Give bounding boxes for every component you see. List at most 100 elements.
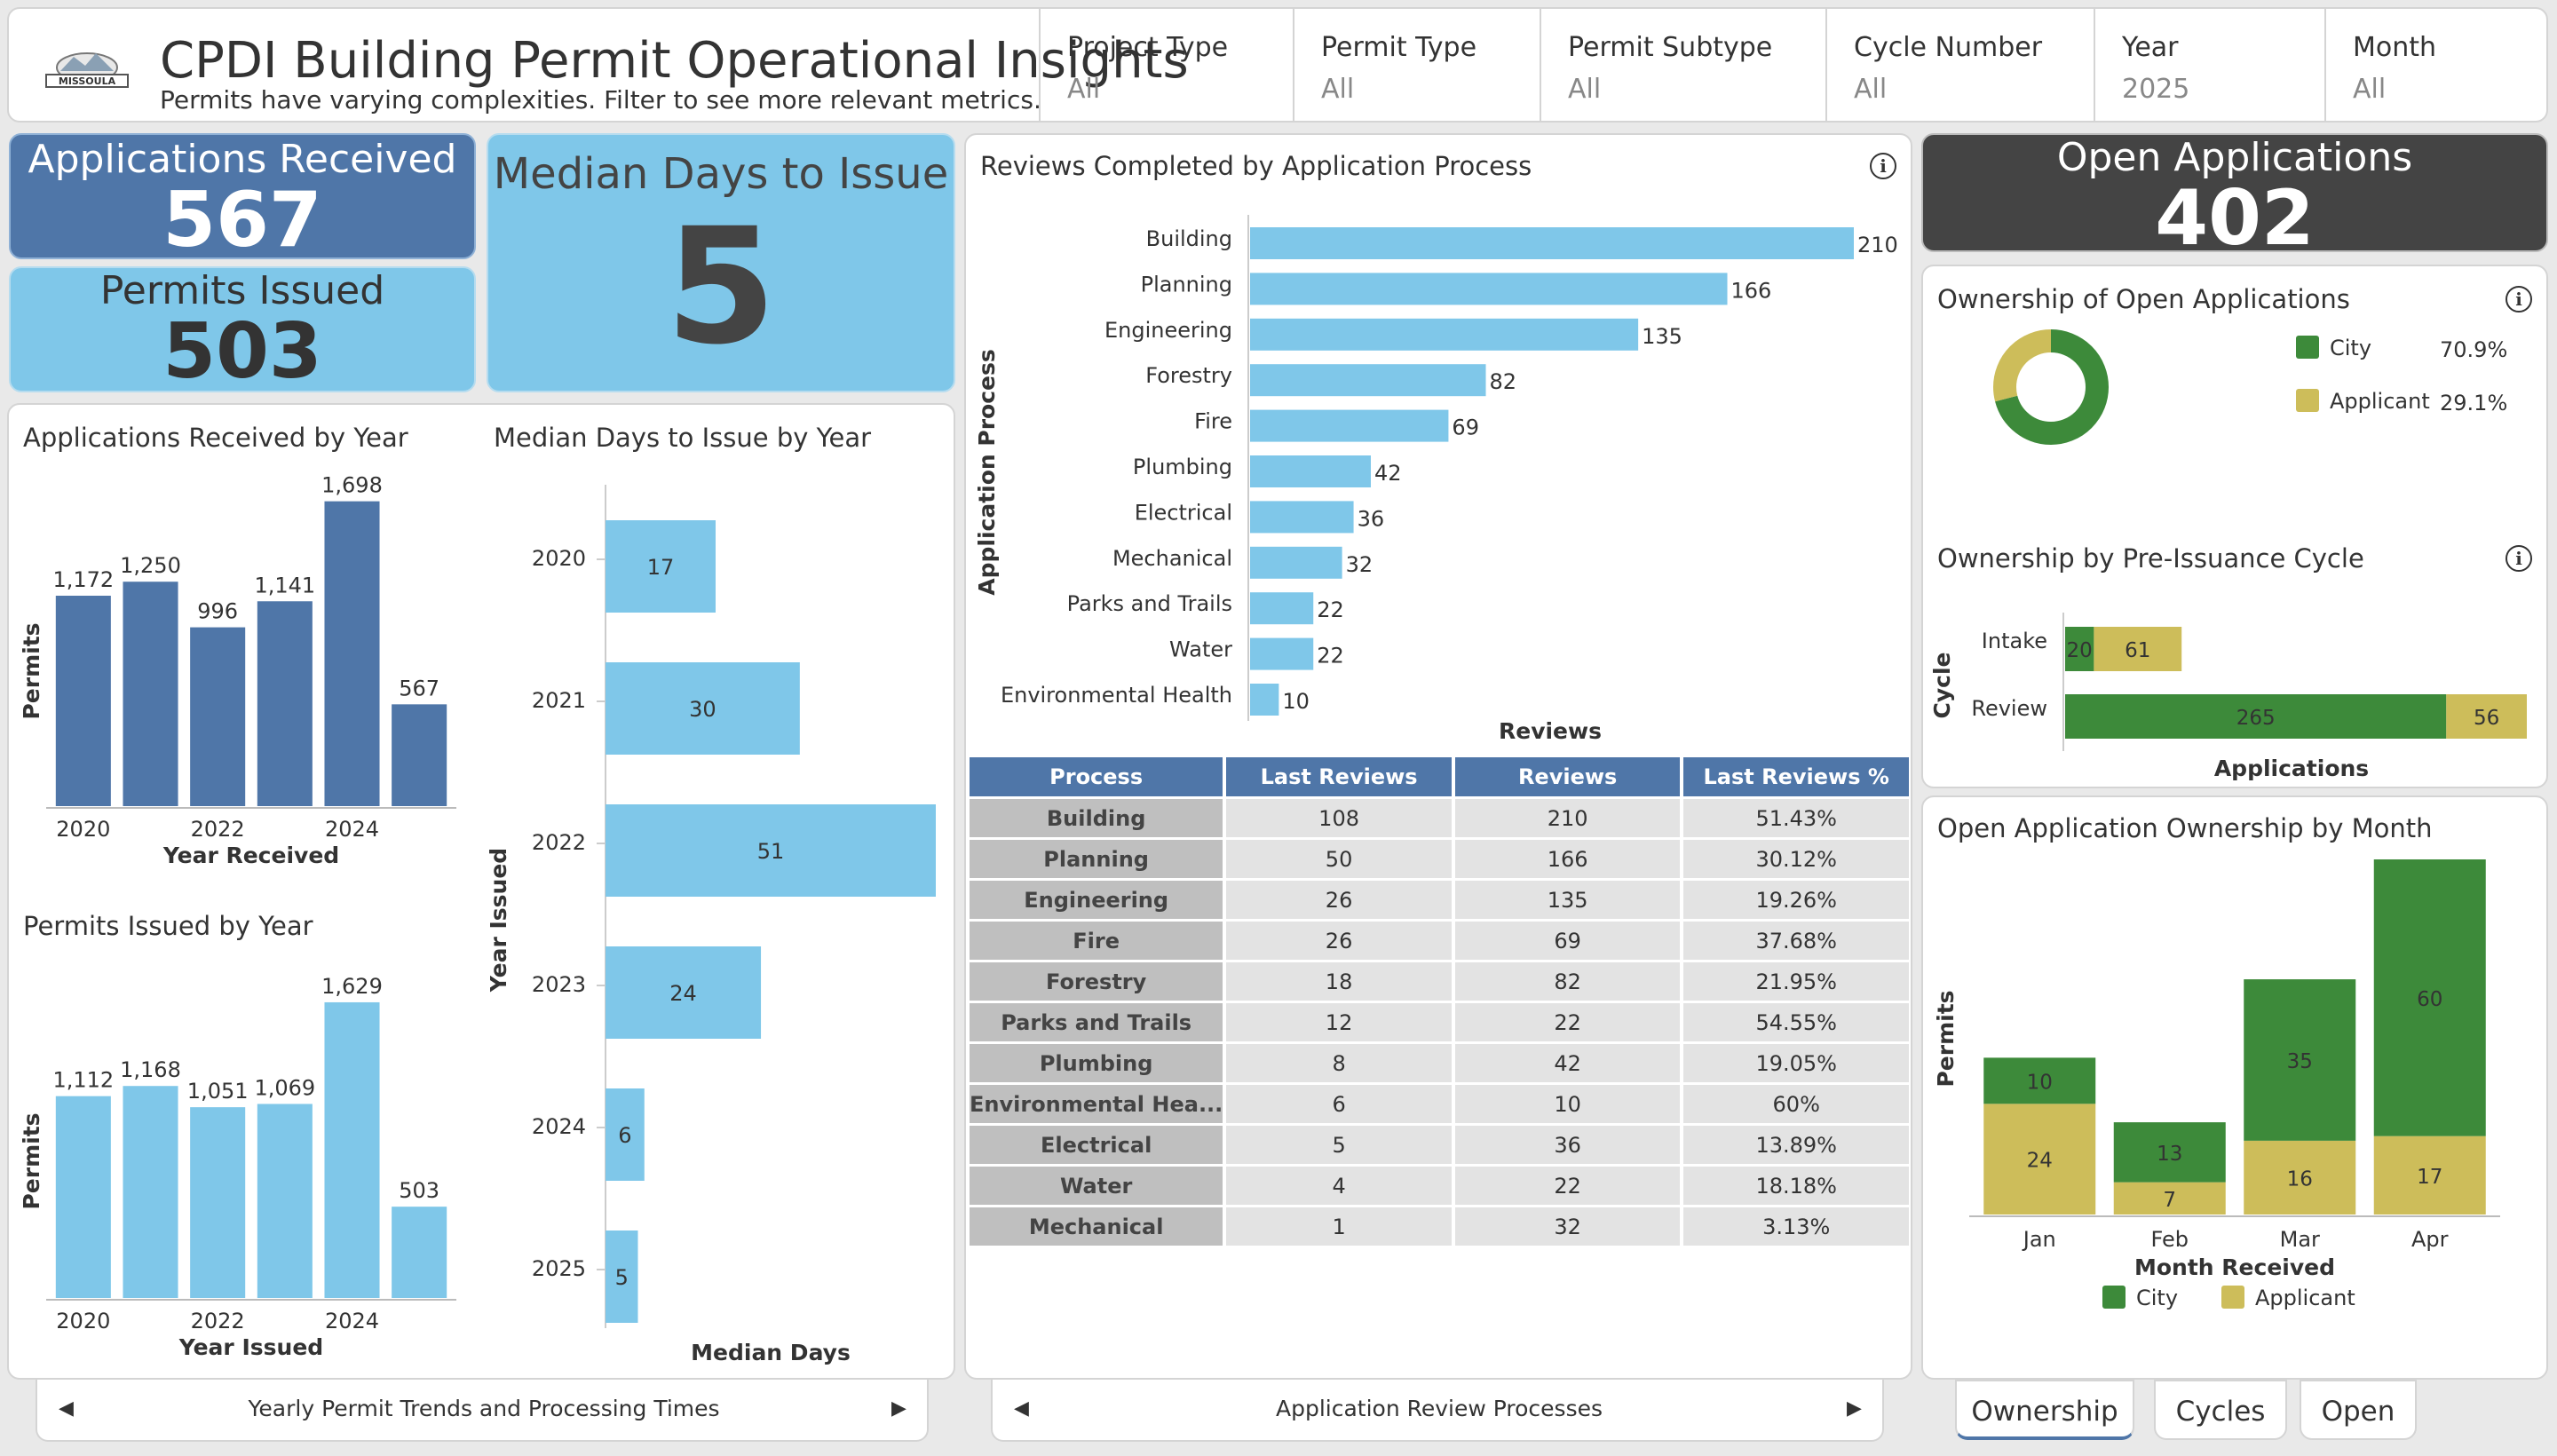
table-cell: 32: [1454, 1207, 1681, 1246]
page-subtitle: Permits have varying complexities. Filte…: [160, 85, 1041, 115]
filter-label: Month: [2353, 32, 2437, 63]
table-cell: 19.26%: [1683, 881, 1909, 919]
x-axis-label: Median Days: [691, 1340, 851, 1365]
x-axis-label: Year Issued: [178, 1334, 323, 1360]
tick-label: 2024: [325, 1309, 379, 1333]
kpi-value: 402: [2155, 174, 2315, 263]
y-axis-label: Permits: [19, 1112, 44, 1209]
permits-issued-by-year-chart: 1,112 2020 1,1681,051 2022 1,069 1,629 2024 503…: [19, 974, 456, 1360]
table-cell: 108: [1226, 799, 1452, 837]
legend-swatch: [2296, 336, 2319, 359]
data-label: 60: [2417, 988, 2442, 1011]
y-axis-label: Year Issued: [486, 848, 511, 993]
tick-label: 2022: [191, 1309, 245, 1333]
table-cell: 50: [1226, 840, 1452, 878]
applications-by-year-chart: 1,172 2020 1,250 996 2022 1,141 1,698 2024 567 Ye…: [19, 473, 456, 868]
filter-month[interactable]: Month All: [2324, 9, 2546, 121]
table-cell: 210: [1454, 799, 1681, 837]
tick-label: Intake: [1982, 629, 2047, 653]
filter-value: 2025: [2122, 74, 2190, 105]
tick-label: 2025: [532, 1256, 586, 1281]
table-cell: 4: [1226, 1167, 1452, 1205]
table-cell: 30.12%: [1683, 840, 1909, 878]
table-header-cell[interactable]: Reviews: [1454, 757, 1681, 796]
kpi-label: Median Days to Issue: [493, 149, 949, 199]
x-axis-label: Reviews: [1499, 718, 1602, 744]
bar: [1250, 409, 1449, 442]
median-days-by-year-chart: 17 2020 30 2021 51 2022 24 2023 6 2024 5 2025 Median…: [486, 485, 936, 1365]
info-icon[interactable]: i: [2506, 545, 2532, 572]
info-icon[interactable]: i: [1870, 153, 1896, 179]
kpi-value: 5: [665, 194, 777, 380]
legend-swatch: [2221, 1286, 2244, 1309]
table-cell: 18.18%: [1683, 1167, 1909, 1205]
data-label: 13: [2157, 1143, 2182, 1166]
left-pager: ◀ Yearly Permit Trends and Processing Ti…: [36, 1380, 929, 1442]
page-title: CPDI Building Permit Operational Insight…: [160, 32, 1189, 90]
filter-label: Cycle Number: [1854, 32, 2043, 63]
filter-value: All: [1321, 74, 1355, 105]
data-label: 265: [2236, 707, 2276, 730]
kpi-value: 503: [162, 307, 322, 396]
tick-label: Planning: [1141, 272, 1232, 297]
table-header-cell[interactable]: Last Reviews: [1226, 757, 1452, 796]
data-label: 16: [2287, 1167, 2313, 1191]
table-cell: 60%: [1683, 1085, 1909, 1123]
data-label: 1,141: [254, 573, 315, 597]
table-cell: 42: [1454, 1044, 1681, 1082]
kpi-permits-issued: Permits Issued 503: [9, 266, 476, 392]
table-cell: 1: [1226, 1207, 1452, 1246]
ownership-by-cycle-chart: 20 61 Intake 265 56 Review Applications Cycle: [1929, 613, 2527, 781]
table-row-header: Forestry: [970, 962, 1223, 1001]
filter-value: All: [1568, 74, 1602, 105]
filter-permit-type[interactable]: Permit Type All: [1293, 9, 1540, 121]
tab-ownership[interactable]: Ownership: [1955, 1380, 2134, 1440]
table-cell: 51.43%: [1683, 799, 1909, 837]
info-icon[interactable]: i: [2506, 286, 2532, 313]
tick-label: 2023: [532, 972, 586, 997]
data-label: 17: [647, 555, 675, 580]
table-header-cell[interactable]: Process: [970, 757, 1223, 796]
bar: [392, 1207, 447, 1298]
data-label: 1,250: [120, 553, 181, 578]
chevron-right-icon[interactable]: ▶: [891, 1397, 906, 1420]
filter-label: Project Type: [1067, 32, 1229, 63]
table-row-header: Plumbing: [970, 1044, 1223, 1082]
filter-label: Permit Type: [1321, 32, 1477, 63]
table-row: Electrical 5 36 13.89%: [970, 1126, 1909, 1164]
tab-cycles[interactable]: Cycles: [2154, 1380, 2287, 1440]
data-label: 29.1%: [2440, 391, 2507, 415]
ownership-donut-chart: City 70.9% Applicant 29.1%: [1993, 329, 2507, 445]
table-row-header: Parks and Trails: [970, 1003, 1223, 1041]
data-label: 166: [1731, 278, 1772, 303]
ownership-by-month-chart: 24 10 Jan 7 13 Feb 16 35 Mar 17 60 Apr Month Receive…: [1933, 859, 2500, 1310]
filter-cycle-number[interactable]: Cycle Number All: [1825, 9, 2094, 121]
data-label: 1,172: [52, 567, 114, 592]
legend-label: Applicant: [2330, 389, 2430, 414]
data-label: 1,698: [321, 473, 383, 498]
table-row: Forestry 18 82 21.95%: [970, 962, 1909, 1001]
data-label: 22: [1317, 644, 1344, 669]
filter-year[interactable]: Year 2025: [2094, 9, 2324, 121]
legend-label: City: [2330, 336, 2371, 360]
table-cell: 18: [1226, 962, 1452, 1001]
review-table: Process Last Reviews Reviews Last Reviews %…: [966, 755, 1912, 1248]
data-label: 7: [2163, 1189, 2176, 1212]
data-label: 6: [618, 1123, 631, 1148]
tick-label: 2022: [532, 830, 586, 855]
filter-project-type[interactable]: Project Type All: [1039, 9, 1293, 121]
tab-open[interactable]: Open: [2300, 1380, 2417, 1440]
table-row: Plumbing 8 42 19.05%: [970, 1044, 1909, 1082]
chevron-right-icon[interactable]: ▶: [1847, 1397, 1862, 1420]
tick-label: Engineering: [1104, 318, 1232, 343]
filter-permit-subtype[interactable]: Permit Subtype All: [1540, 9, 1825, 121]
data-label: 5: [615, 1265, 629, 1290]
data-label: 24: [2027, 1150, 2053, 1173]
table-row: Environmental Hea... 6 10 60%: [970, 1085, 1909, 1123]
bar: [1250, 455, 1371, 487]
bar: [1250, 592, 1314, 625]
data-label: 51: [757, 839, 785, 864]
table-row-header: Planning: [970, 840, 1223, 878]
table-header-cell[interactable]: Last Reviews %: [1683, 757, 1909, 796]
filter-value: All: [1067, 74, 1101, 105]
